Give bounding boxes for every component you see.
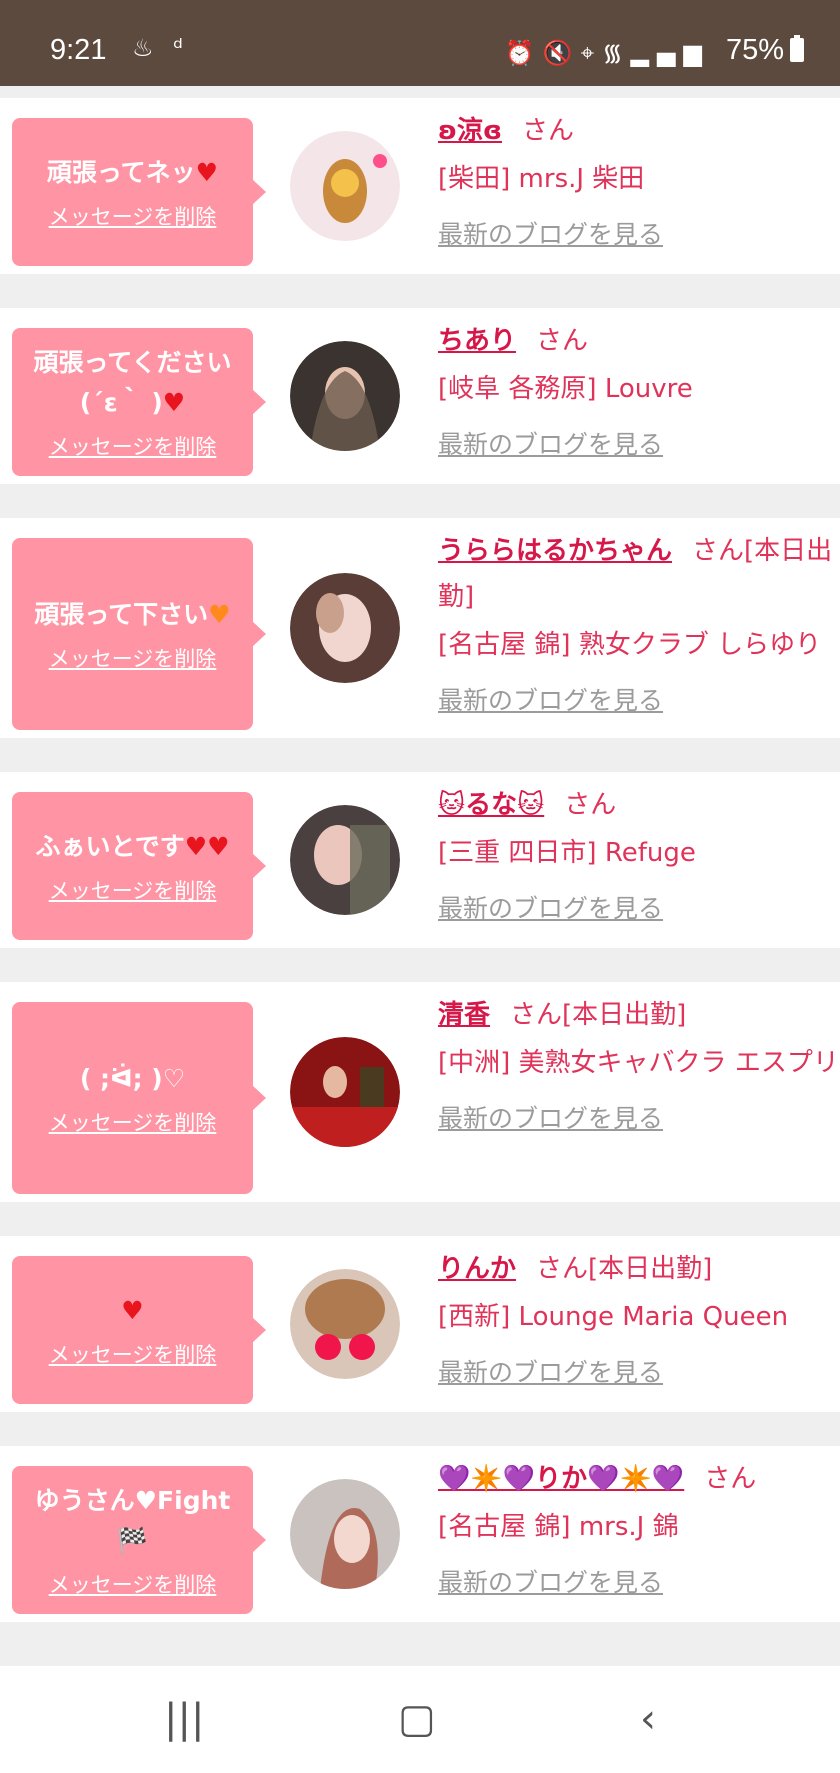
list-item: ふぁいとです♥♥ メッセージを削除 🐱るな🐱 さん [三重 四日市] Refuge…: [0, 772, 840, 948]
profile-info: 🐱るな🐱 さん [三重 四日市] Refuge 最新のブログを見る: [438, 782, 840, 932]
profile-name-link[interactable]: 🐱るな🐱: [438, 790, 544, 820]
message-text: 頑張ってください(´ε｀ )♥: [33, 348, 232, 417]
shop-info: [名古屋 錦] mrs.J 錦: [438, 1512, 679, 1542]
honorific: さん: [704, 1464, 757, 1494]
list-item: ゆうさん♥Fight 🏁 メッセージを削除 💜✴️💜りか💜✴️💜 さん [名古屋 …: [0, 1446, 840, 1622]
blog-link[interactable]: 最新のブログを見る: [438, 212, 840, 258]
profile-name-link[interactable]: ちあり: [438, 326, 516, 356]
orange-heart-icon: ♥: [208, 600, 231, 629]
profile-name-link[interactable]: りんか: [438, 1254, 516, 1284]
recent-apps-icon[interactable]: |||: [164, 1696, 204, 1742]
honorific: さん: [536, 326, 589, 356]
avatar[interactable]: [290, 1479, 400, 1589]
app-notification-icon-2: ᵈ: [173, 34, 183, 62]
honorific: さん: [522, 116, 575, 146]
alarm-icon: ⏰: [504, 39, 543, 67]
message-bubble: 頑張ってください(´ε｀ )♥ メッセージを削除: [12, 328, 266, 476]
heart-icon: ♥: [195, 158, 219, 187]
back-icon[interactable]: ‹: [640, 1696, 656, 1742]
blog-link[interactable]: 最新のブログを見る: [438, 422, 840, 468]
mute-icon: 🔇: [542, 39, 581, 67]
avatar[interactable]: [290, 805, 400, 915]
delete-message-link[interactable]: メッセージを削除: [49, 1107, 217, 1137]
avatar[interactable]: [290, 1037, 400, 1147]
avatar[interactable]: [290, 341, 400, 451]
notification-icons: ♨ ᵈ: [120, 34, 183, 62]
profile-name-link[interactable]: うららはるかちゃん: [438, 536, 672, 566]
shop-info: [中洲] 美熟女キャバクラ エスプリ: [438, 1048, 839, 1078]
delete-message-link[interactable]: メッセージを削除: [49, 643, 217, 673]
profile-info: ʚ涼ɞ さん [柴田] mrs.J 柴田 最新のブログを見る: [438, 108, 840, 258]
shop-info: [三重 四日市] Refuge: [438, 838, 696, 868]
battery-indicator: 75%: [726, 34, 804, 67]
profile-name-link[interactable]: 清香: [438, 1000, 490, 1030]
message-text: 頑張ってネッ♥: [46, 158, 219, 187]
signal-icon: ▂▄▆: [630, 39, 710, 67]
list-item: ♥ メッセージを削除 りんか さん[本日出勤] [西新] Lounge Maria…: [0, 1236, 840, 1412]
battery-icon: [790, 35, 804, 62]
heart-icon: ♥♥: [184, 832, 230, 861]
blog-link[interactable]: 最新のブログを見る: [438, 1096, 840, 1142]
message-text: 頑張って下さい♥: [34, 600, 231, 629]
status-bar: 9:21 ♨ ᵈ ⏰🔇⌖᯾▂▄▆ 75%: [0, 0, 840, 86]
delete-message-link[interactable]: メッセージを削除: [49, 431, 217, 461]
clock: 9:21: [50, 34, 107, 66]
profile-info: ちあり さん [岐阜 各務原] Louvre 最新のブログを見る: [438, 318, 840, 468]
profile-info: 💜✴️💜りか💜✴️💜 さん [名古屋 錦] mrs.J 錦 最新のブログを見る: [438, 1456, 840, 1606]
message-bubble: 頑張って下さい♥ メッセージを削除: [12, 538, 266, 730]
honorific: さん[本日出勤]: [510, 1000, 687, 1030]
message-text: ♥: [121, 1291, 143, 1331]
profile-info: うららはるかちゃん さん[本日出勤] [名古屋 錦] 熟女クラブ しらゆり 最新の…: [438, 528, 840, 724]
message-text: ( ;ᐛ; )♡: [79, 1064, 186, 1093]
message-bubble: ふぁいとです♥♥ メッセージを削除: [12, 792, 266, 940]
list-item: 頑張ってネッ♥ メッセージを削除 ʚ涼ɞ さん [柴田] mrs.J 柴田 最新の…: [0, 98, 840, 274]
shop-info: [岐阜 各務原] Louvre: [438, 374, 693, 404]
list-item: 頑張ってください(´ε｀ )♥ メッセージを削除 ちあり さん [岐阜 各務原] …: [0, 308, 840, 484]
shop-info: [柴田] mrs.J 柴田: [438, 164, 645, 194]
profile-info: りんか さん[本日出勤] [西新] Lounge Maria Queen 最新のブ…: [438, 1246, 840, 1396]
avatar[interactable]: [290, 1269, 400, 1379]
profile-name-link[interactable]: ʚ涼ɞ: [438, 116, 502, 146]
message-bubble: 頑張ってネッ♥ メッセージを削除: [12, 118, 266, 266]
delete-message-link[interactable]: メッセージを削除: [49, 1339, 217, 1369]
message-text: ふぁいとです♥♥: [35, 832, 230, 861]
delete-message-link[interactable]: メッセージを削除: [49, 1569, 217, 1599]
android-nav-bar: ||| ▢ ‹: [0, 1666, 840, 1773]
heart-icon: ♥: [121, 1296, 144, 1325]
blog-link[interactable]: 最新のブログを見る: [438, 1560, 840, 1606]
avatar[interactable]: [290, 131, 400, 241]
honorific: さん: [564, 790, 617, 820]
shop-info: [西新] Lounge Maria Queen: [438, 1302, 789, 1332]
location-icon: ⌖: [580, 39, 603, 67]
list-item: ( ;ᐛ; )♡ メッセージを削除 清香 さん[本日出勤] [中洲] 美熟女キャバ…: [0, 982, 840, 1202]
message-bubble: ( ;ᐛ; )♡ メッセージを削除: [12, 1002, 266, 1194]
honorific: さん[本日出勤]: [536, 1254, 713, 1284]
app-notification-icon: ♨: [132, 34, 154, 62]
heart-icon: ♥: [162, 388, 186, 417]
battery-percent: 75%: [725, 34, 784, 66]
wifi-icon: ᯾: [602, 39, 631, 67]
message-bubble: ♥ メッセージを削除: [12, 1256, 266, 1404]
message-text: ゆうさん♥Fight 🏁: [34, 1486, 231, 1555]
avatar[interactable]: [290, 573, 400, 683]
shop-info: [名古屋 錦] 熟女クラブ しらゆり: [438, 630, 822, 660]
home-icon[interactable]: ▢: [398, 1696, 436, 1742]
profile-info: 清香 さん[本日出勤] [中洲] 美熟女キャバクラ エスプリ 最新のブログを見る: [438, 992, 840, 1142]
system-icons: ⏰🔇⌖᯾▂▄▆: [505, 36, 710, 69]
delete-message-link[interactable]: メッセージを削除: [49, 875, 217, 905]
blog-link[interactable]: 最新のブログを見る: [438, 1350, 840, 1396]
blog-link[interactable]: 最新のブログを見る: [438, 678, 840, 724]
profile-name-link[interactable]: 💜✴️💜りか💜✴️💜: [438, 1464, 684, 1494]
blog-link[interactable]: 最新のブログを見る: [438, 886, 840, 932]
message-bubble: ゆうさん♥Fight 🏁 メッセージを削除: [12, 1466, 266, 1614]
list-item: 頑張って下さい♥ メッセージを削除 うららはるかちゃん さん[本日出勤] [名古屋…: [0, 518, 840, 738]
delete-message-link[interactable]: メッセージを削除: [49, 201, 217, 231]
